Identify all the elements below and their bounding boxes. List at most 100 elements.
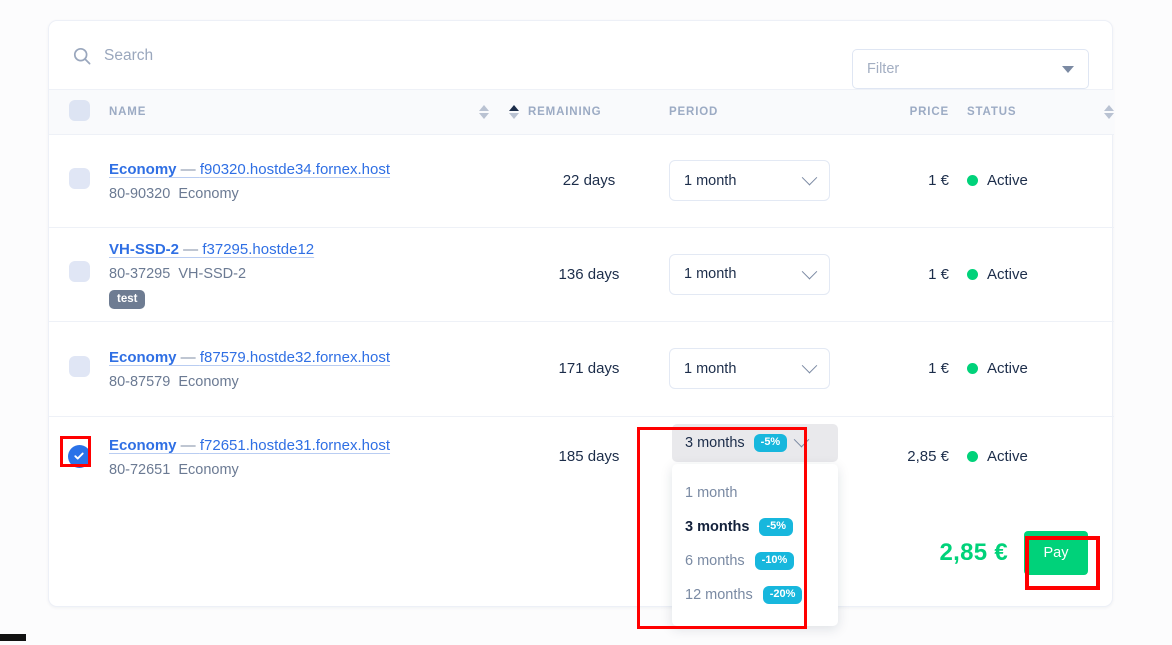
status-dot-icon — [967, 450, 978, 462]
search-input[interactable] — [104, 46, 534, 65]
row-remaining: 22 days — [562, 172, 616, 189]
period-selected-label: 3 months — [685, 434, 745, 451]
row-select-cell — [49, 134, 109, 227]
row-period-cell: 1 month — [669, 321, 844, 416]
filter-label: Filter — [867, 61, 900, 77]
row-subtitle: 80-87579 Economy — [109, 374, 239, 390]
row-price: 2,85 € — [907, 447, 949, 465]
period-dropdown: 3 months -5% 1 month 3 months -5% 6 mont… — [672, 423, 838, 626]
discount-badge: -20% — [762, 585, 803, 604]
row-period-cell: 3 months -5% 1 month 3 months -5% 6 mont… — [669, 416, 844, 626]
sort-status-button[interactable] — [1104, 104, 1114, 119]
filter-select[interactable]: Filter — [852, 49, 1089, 89]
discount-badge: -5% — [759, 517, 794, 536]
row-status-cell: Active — [949, 321, 1114, 416]
row-checkbox[interactable] — [68, 167, 90, 189]
sort-asc-icon — [479, 104, 489, 111]
service-link[interactable]: Economy — f87579.hostde32.fornex.host — [109, 347, 509, 368]
select-all-checkbox[interactable] — [68, 99, 90, 121]
row-status-cell: Active — [949, 227, 1114, 321]
row-period-cell: 1 month — [669, 134, 844, 227]
header-name: NAME — [109, 90, 509, 135]
status-badge: Active — [987, 172, 1028, 189]
table-row: VH-SSD-2 — f37295.hostde12 80-37295 VH-S… — [49, 227, 1114, 321]
chevron-down-icon — [801, 169, 818, 186]
discount-badge: -5% — [753, 433, 788, 452]
status-badge: Active — [987, 265, 1028, 283]
status-dot-icon — [967, 363, 978, 374]
service-link[interactable]: VH-SSD-2 — f37295.hostde12 — [109, 239, 509, 260]
row-select-cell — [49, 321, 109, 416]
row-price: 1 € — [928, 172, 949, 189]
row-price: 1 € — [928, 265, 949, 283]
sort-asc-icon — [1104, 104, 1114, 111]
row-name-cell: Economy — f90320.hostde34.fornex.host 80… — [109, 134, 509, 227]
sort-remaining-button[interactable] — [509, 104, 519, 119]
period-select[interactable]: 1 month — [669, 160, 830, 201]
discount-badge: -10% — [754, 551, 795, 570]
row-name-cell: VH-SSD-2 — f37295.hostde12 80-37295 VH-S… — [109, 227, 509, 321]
header-select-all-cell — [49, 90, 109, 135]
period-option-1-month[interactable]: 1 month — [672, 476, 838, 510]
sort-desc-icon — [1104, 112, 1114, 119]
screen-edge-marker — [0, 634, 26, 641]
subscriptions-card: Filter NAME — [48, 20, 1114, 626]
chevron-down-icon — [801, 263, 818, 279]
header-status-label: STATUS — [967, 105, 1017, 118]
row-checkbox[interactable] — [68, 261, 90, 282]
sort-desc-icon — [479, 112, 489, 119]
service-link[interactable]: Economy — f72651.hostde31.fornex.host — [109, 435, 509, 456]
row-name-cell: Economy — f87579.hostde32.fornex.host 80… — [109, 321, 509, 416]
row-checkbox-checked[interactable] — [67, 444, 91, 468]
row-select-cell — [49, 416, 109, 496]
row-status-cell: Active — [949, 134, 1114, 227]
pay-button[interactable]: Pay — [1024, 531, 1088, 575]
search-area — [73, 21, 534, 90]
period-dropdown-trigger[interactable]: 3 months -5% — [672, 423, 838, 462]
period-option-3-months[interactable]: 3 months -5% — [672, 510, 838, 544]
pay-footer: 2,85 € Pay — [939, 500, 1088, 606]
service-link[interactable]: Economy — f90320.hostde34.fornex.host — [109, 159, 509, 180]
caret-down-icon — [1062, 65, 1074, 73]
header-period: PERIOD — [669, 90, 844, 135]
status-dot-icon — [967, 268, 978, 280]
row-remaining: 171 days — [558, 360, 620, 377]
row-period-cell: 1 month — [669, 227, 844, 321]
header-remaining-label: REMAINING — [528, 105, 602, 118]
status-dot-icon — [967, 175, 978, 186]
row-select-cell — [49, 227, 109, 321]
header-name-label: NAME — [109, 105, 147, 118]
row-subtitle: 80-37295 VH-SSD-2 — [109, 266, 247, 282]
table-row-selected: Economy — f72651.hostde31.fornex.host 80… — [49, 416, 1114, 626]
row-status-cell: Active — [949, 416, 1114, 496]
sort-desc-icon — [509, 112, 519, 119]
status-badge: Active — [987, 447, 1028, 465]
row-price: 1 € — [928, 360, 949, 377]
total-price: 2,85 € — [939, 539, 1008, 566]
table-toolbar: Filter — [49, 21, 1112, 90]
sort-asc-icon — [509, 104, 519, 111]
row-remaining: 185 days — [558, 447, 620, 465]
row-checkbox[interactable] — [68, 355, 90, 377]
header-price-label: PRICE — [909, 105, 949, 118]
period-option-6-months[interactable]: 6 months -10% — [672, 544, 838, 578]
period-select[interactable]: 1 month — [669, 253, 830, 295]
table-body: Economy — f90320.hostde34.fornex.host 80… — [49, 134, 1114, 626]
sort-name-button[interactable] — [479, 104, 489, 119]
header-status: STATUS — [949, 90, 1114, 135]
row-subtitle: 80-72651 Economy — [109, 461, 239, 478]
subscriptions-table: NAME REMAINING PERIOD PRICE STATUS Econo… — [49, 90, 1114, 626]
table-row: Economy — f87579.hostde32.fornex.host 80… — [49, 321, 1114, 416]
page-root: Filter NAME — [0, 0, 1172, 645]
status-badge: Active — [987, 360, 1028, 377]
row-subtitle: 80-90320 Economy — [109, 186, 239, 202]
period-option-12-months[interactable]: 12 months -20% — [672, 578, 838, 612]
tag-badge: test — [109, 290, 146, 309]
header-price: PRICE — [844, 90, 949, 135]
table-head: NAME REMAINING PERIOD PRICE STATUS — [49, 90, 1114, 135]
table-row: Economy — f90320.hostde34.fornex.host 80… — [49, 134, 1114, 227]
row-name-cell: Economy — f72651.hostde31.fornex.host 80… — [109, 416, 509, 496]
period-select[interactable]: 1 month — [669, 348, 830, 389]
header-period-label: PERIOD — [669, 105, 719, 118]
row-remaining: 136 days — [558, 265, 620, 283]
